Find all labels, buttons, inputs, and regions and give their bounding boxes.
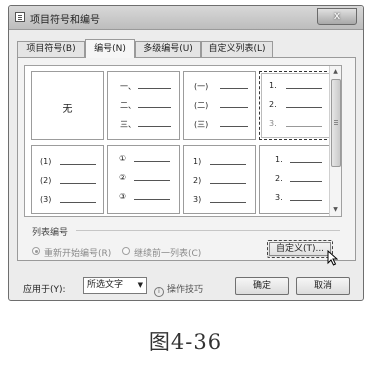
style-marker: ① (119, 154, 127, 163)
apply-to-label: 应用于(Y): (23, 285, 66, 295)
style-marker: 一、 (120, 82, 136, 91)
style-marker: 三、 (120, 120, 136, 129)
figure-caption: 图4-36 (148, 330, 223, 354)
tab-bullets[interactable]: 项目符号(B) (17, 41, 85, 57)
ok-button[interactable]: 确定 (235, 277, 289, 295)
style-marker: 3. (269, 119, 277, 128)
mouse-pointer-icon (327, 250, 338, 266)
style-marker: 1. (275, 155, 283, 164)
scroll-thumb[interactable] (331, 79, 341, 167)
apply-to-select[interactable]: 所选文字 ▼ (83, 277, 147, 294)
style-marker: (三) (194, 120, 209, 129)
style-marker: 2. (275, 174, 283, 183)
restart-label: 重新开始编号(R) (44, 249, 112, 259)
tips-link[interactable]: i 操作技巧 (154, 282, 203, 297)
style-marker: 3) (193, 195, 202, 204)
scroll-up-icon[interactable]: ▲ (330, 67, 341, 77)
style-none[interactable]: 无 (31, 71, 104, 140)
numbering-style-gallery: 无 一、 二、 三、 (一) (二) (三) 1. 2. 3. (1) (2) … (24, 65, 342, 217)
tab-multilevel[interactable]: 多级编号(U) (135, 41, 201, 57)
style-chinese-dun[interactable]: 一、 二、 三、 (107, 71, 180, 140)
style-marker: 1) (193, 157, 202, 166)
restart-radio[interactable] (32, 247, 40, 255)
style-marker: (3) (40, 195, 52, 204)
style-none-label: 无 (62, 104, 73, 115)
style-marker: (二) (194, 101, 209, 110)
style-marker: 1. (269, 81, 277, 90)
style-marker: ② (119, 173, 127, 182)
style-arabic-dot[interactable]: 1. 2. 3. (259, 71, 332, 140)
style-arabic-half-paren[interactable]: 1) 2) 3) (183, 145, 256, 214)
style-marker: (1) (40, 157, 52, 166)
title-bar[interactable]: 项目符号和编号 x (9, 6, 363, 30)
dialog-title: 项目符号和编号 (30, 15, 100, 26)
tab-numbering[interactable]: 编号(N) (85, 39, 135, 58)
style-circled[interactable]: ① ② ③ (107, 145, 180, 214)
close-button[interactable]: x (317, 8, 357, 25)
cancel-button[interactable]: 取消 (296, 277, 350, 295)
continue-label: 继续前一列表(C) (134, 249, 202, 259)
customize-button[interactable]: 自定义(T)... (267, 240, 333, 258)
section-divider (76, 230, 340, 231)
apply-to-value: 所选文字 (87, 280, 124, 290)
bullets-numbering-dialog: 项目符号和编号 x 项目符号(B) 编号(N) 多级编号(U) 自定义列表(L)… (8, 5, 364, 301)
scroll-down-icon[interactable]: ▼ (330, 205, 341, 215)
document-icon (15, 12, 25, 22)
tips-label: 操作技巧 (167, 285, 204, 295)
style-chinese-paren[interactable]: (一) (二) (三) (183, 71, 256, 140)
gallery-scrollbar[interactable]: ▲ ▼ (329, 66, 341, 216)
numbering-panel: 无 一、 二、 三、 (一) (二) (三) 1. 2. 3. (1) (2) … (17, 57, 356, 266)
style-marker: 二、 (120, 101, 136, 110)
style-marker: 3. (275, 193, 283, 202)
list-numbering-label: 列表编号 (32, 228, 69, 238)
style-marker: 2) (193, 176, 202, 185)
chevron-down-icon[interactable]: ▼ (138, 278, 143, 293)
tab-custom-list[interactable]: 自定义列表(L) (201, 41, 273, 57)
style-marker: (2) (40, 176, 52, 185)
style-arabic-dot-indent[interactable]: 1. 2. 3. (259, 145, 332, 214)
style-arabic-paren[interactable]: (1) (2) (3) (31, 145, 104, 214)
style-marker: 2. (269, 100, 277, 109)
style-marker: (一) (194, 82, 209, 91)
info-icon: i (154, 287, 164, 297)
style-marker: ③ (119, 192, 127, 201)
continue-radio[interactable] (122, 247, 130, 255)
